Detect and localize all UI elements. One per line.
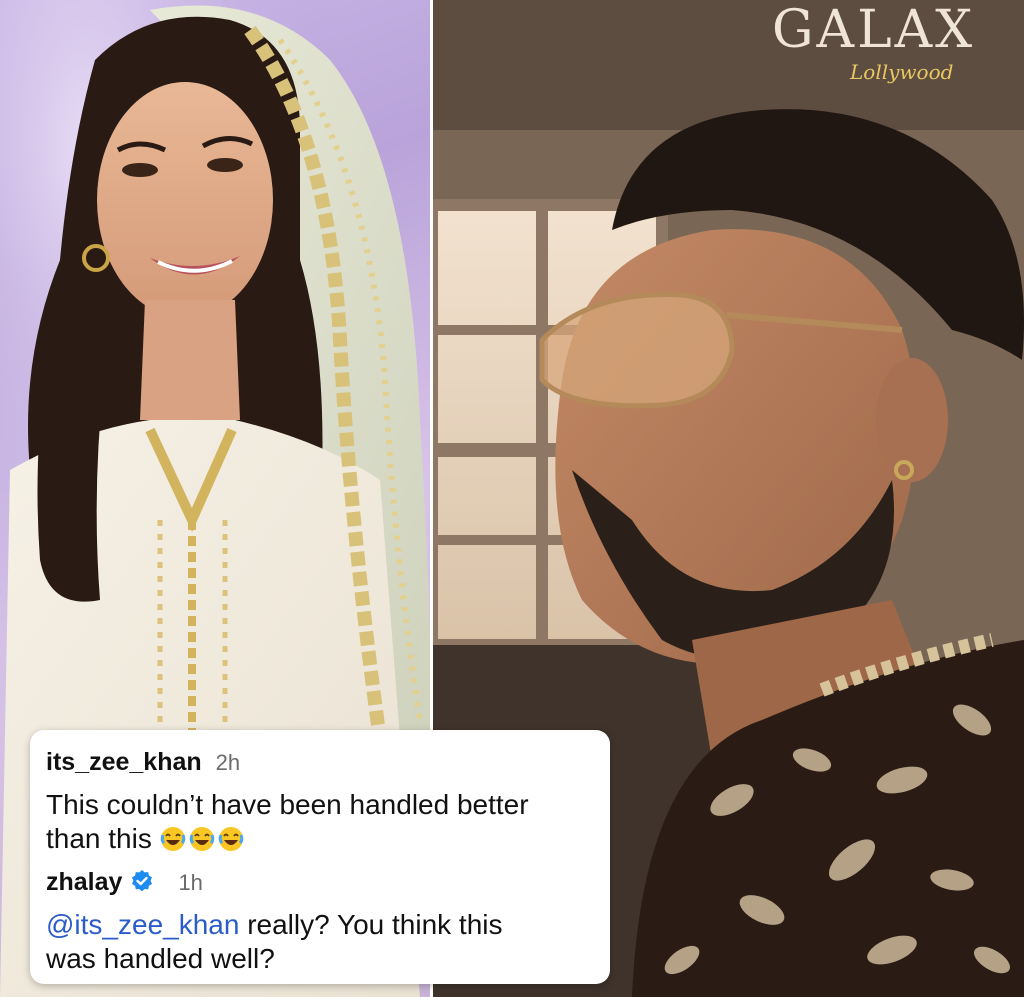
comment-2-header: zhalay 1h bbox=[46, 864, 203, 900]
comment-1-text-line2: than this bbox=[46, 823, 152, 854]
comment-1-text-line1: This couldn’t have been handled better bbox=[46, 789, 529, 820]
comment-2-mention[interactable]: @its_zee_khan bbox=[46, 909, 239, 940]
comment-2-time: 1h bbox=[178, 870, 203, 895]
verified-badge-icon bbox=[132, 870, 153, 892]
comment-1-text-line2-row: than this bbox=[46, 822, 247, 860]
comment-2-text-line2: was handled well? bbox=[46, 943, 275, 974]
comment-2-text-line1-row: @its_zee_khan really? You think this bbox=[46, 908, 503, 942]
post-image: GALAX Lollywood its_zee_khan 2h This coul… bbox=[0, 0, 1024, 997]
comment-1-header: its_zee_khan 2h bbox=[46, 744, 240, 780]
laughing-emoji-icon bbox=[218, 827, 244, 851]
laughing-emoji-group bbox=[160, 826, 247, 860]
comment-card: its_zee_khan 2h This couldn’t have been h… bbox=[30, 730, 610, 984]
laughing-emoji-icon bbox=[189, 827, 215, 851]
watermark-main-text: GALAX bbox=[772, 0, 976, 60]
watermark-logo: GALAX Lollywood bbox=[772, 0, 1024, 84]
comment-2-username[interactable]: zhalay bbox=[46, 868, 122, 896]
comment-1-time: 2h bbox=[215, 750, 241, 775]
comment-1-username[interactable]: its_zee_khan bbox=[46, 748, 202, 776]
watermark-sub-text: Lollywood bbox=[850, 60, 954, 84]
laughing-emoji-icon bbox=[160, 827, 186, 851]
comment-2-text-line1: really? You think this bbox=[239, 909, 503, 940]
